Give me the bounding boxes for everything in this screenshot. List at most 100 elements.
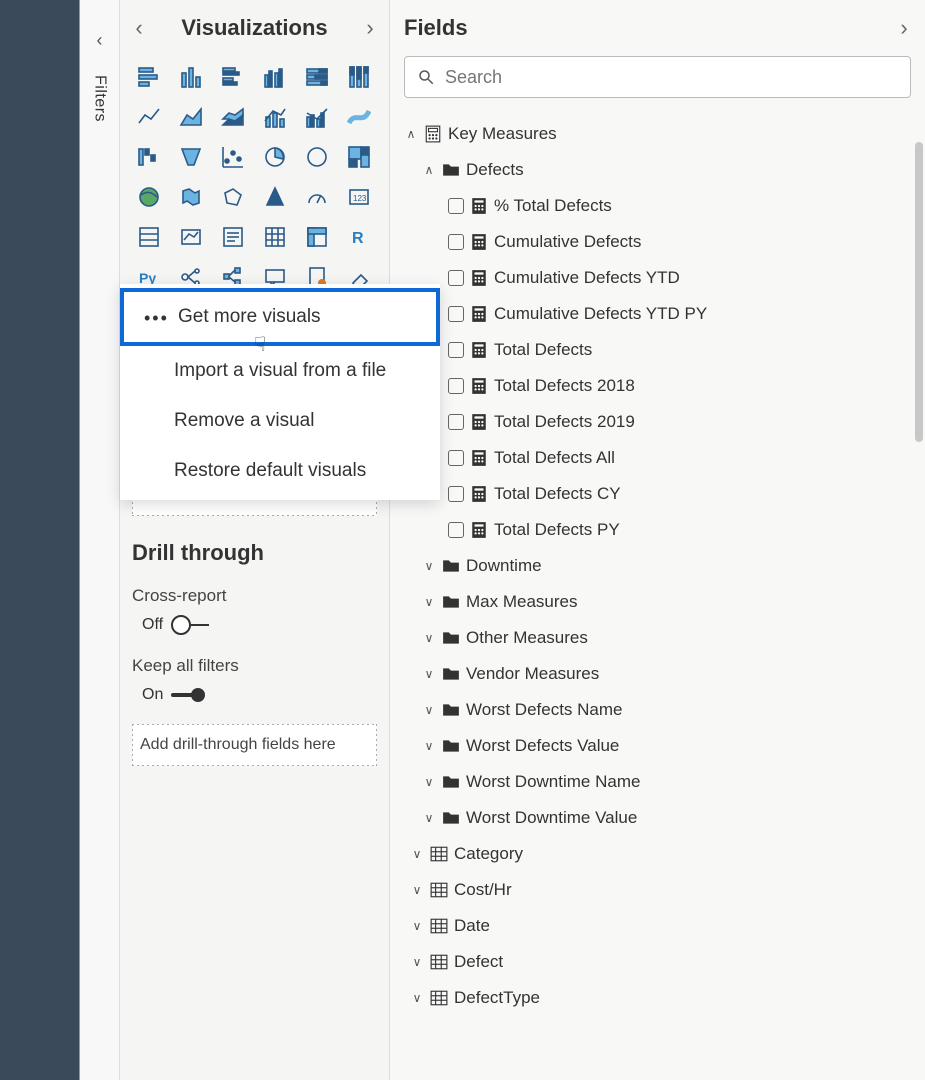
- checkbox[interactable]: [448, 378, 464, 394]
- card-icon[interactable]: 123: [342, 180, 376, 214]
- folder-item[interactable]: ∨Worst Downtime Name: [404, 764, 905, 800]
- folder-item[interactable]: ∨Worst Defects Name: [404, 692, 905, 728]
- measure-item[interactable]: Cumulative Defects YTD: [404, 260, 905, 296]
- stacked-column-icon[interactable]: [174, 60, 208, 94]
- folder-item[interactable]: ∨Worst Downtime Value: [404, 800, 905, 836]
- scatter-icon[interactable]: [216, 140, 250, 174]
- viz-collapse-right-icon[interactable]: ›: [363, 11, 377, 45]
- menu-restore-defaults[interactable]: Restore default visuals: [120, 446, 440, 496]
- ribbon-chart-icon[interactable]: [342, 100, 376, 134]
- multi-card-icon[interactable]: [132, 220, 166, 254]
- azure-map-icon[interactable]: [258, 180, 292, 214]
- folder-item[interactable]: ∨Vendor Measures: [404, 656, 905, 692]
- toggle-off-icon: [171, 617, 211, 633]
- clustered-bar-icon[interactable]: [216, 60, 250, 94]
- calc-group-icon: [424, 125, 442, 143]
- folder-item[interactable]: ∨Worst Defects Value: [404, 728, 905, 764]
- table-label: Category: [454, 844, 523, 864]
- table-item[interactable]: ∨Cost/Hr: [404, 872, 905, 908]
- pie-chart-icon[interactable]: [258, 140, 292, 174]
- line-clustered-column-icon[interactable]: [300, 100, 334, 134]
- measure-icon: [470, 269, 488, 287]
- folder-icon: [442, 557, 460, 575]
- menu-remove-visual[interactable]: Remove a visual: [120, 396, 440, 446]
- checkbox[interactable]: [448, 342, 464, 358]
- stacked-bar-icon[interactable]: [132, 60, 166, 94]
- table-item[interactable]: ∨Date: [404, 908, 905, 944]
- measure-item[interactable]: Total Defects All: [404, 440, 905, 476]
- measure-label: Total Defects 2019: [494, 412, 635, 432]
- chevron-down-icon: ∨: [410, 847, 424, 861]
- kpi-icon[interactable]: [174, 220, 208, 254]
- clustered-column-icon[interactable]: [258, 60, 292, 94]
- table-label: Cost/Hr: [454, 880, 512, 900]
- table-icon: [430, 917, 448, 935]
- donut-chart-icon[interactable]: [300, 140, 334, 174]
- map-icon[interactable]: [132, 180, 166, 214]
- gauge-icon[interactable]: [300, 180, 334, 214]
- waterfall-icon[interactable]: [132, 140, 166, 174]
- measure-item[interactable]: Total Defects: [404, 332, 905, 368]
- measure-item[interactable]: Total Defects PY: [404, 512, 905, 548]
- checkbox[interactable]: [448, 270, 464, 286]
- folder-item[interactable]: ∨Other Measures: [404, 620, 905, 656]
- stacked-area-icon[interactable]: [216, 100, 250, 134]
- funnel-icon[interactable]: [174, 140, 208, 174]
- line-column-icon[interactable]: [258, 100, 292, 134]
- folder-icon: [442, 665, 460, 683]
- table-key-measures[interactable]: ∧ Key Measures: [404, 116, 905, 152]
- folder-item[interactable]: ∨Max Measures: [404, 584, 905, 620]
- table-label: Defect: [454, 952, 503, 972]
- stacked-bar-100-icon[interactable]: [300, 60, 334, 94]
- checkbox[interactable]: [448, 198, 464, 214]
- add-drillthrough-fields-well[interactable]: Add drill-through fields here: [132, 724, 377, 766]
- fields-search[interactable]: [404, 56, 911, 98]
- viz-context-menu: ••• Get more visuals ☟ Import a visual f…: [120, 284, 440, 500]
- slicer-icon[interactable]: [216, 220, 250, 254]
- scrollbar-thumb[interactable]: [915, 142, 923, 442]
- measure-item[interactable]: % Total Defects: [404, 188, 905, 224]
- keep-all-filters-toggle[interactable]: On: [142, 686, 377, 704]
- measure-item[interactable]: Total Defects 2019: [404, 404, 905, 440]
- shape-map-icon[interactable]: [216, 180, 250, 214]
- expand-filters-icon[interactable]: ‹: [97, 30, 103, 51]
- cross-report-toggle[interactable]: Off: [142, 616, 377, 634]
- measure-item[interactable]: Total Defects 2018: [404, 368, 905, 404]
- checkbox[interactable]: [448, 486, 464, 502]
- fields-collapse-icon[interactable]: ›: [897, 15, 911, 41]
- table-item[interactable]: ∨DefectType: [404, 980, 905, 1016]
- filters-label[interactable]: Filters: [91, 75, 109, 122]
- viz-pane-title: Visualizations: [181, 15, 327, 41]
- measure-icon: [470, 233, 488, 251]
- checkbox[interactable]: [448, 450, 464, 466]
- measure-item[interactable]: Cumulative Defects: [404, 224, 905, 260]
- folder-defects[interactable]: ∧ Defects: [404, 152, 905, 188]
- filled-map-icon[interactable]: [174, 180, 208, 214]
- menu-import-visual-file[interactable]: Import a visual from a file: [120, 346, 440, 396]
- table-icon[interactable]: [258, 220, 292, 254]
- measure-item[interactable]: Total Defects CY: [404, 476, 905, 512]
- matrix-icon[interactable]: [300, 220, 334, 254]
- area-chart-icon[interactable]: [174, 100, 208, 134]
- checkbox[interactable]: [448, 234, 464, 250]
- ellipsis-icon: •••: [144, 308, 169, 329]
- checkbox[interactable]: [448, 414, 464, 430]
- visualizations-pane: ‹ Visualizations › 123: [120, 0, 390, 1080]
- line-chart-icon[interactable]: [132, 100, 166, 134]
- viz-collapse-left-icon[interactable]: ‹: [132, 11, 146, 45]
- table-item[interactable]: ∨Defect: [404, 944, 905, 980]
- fields-search-input[interactable]: [445, 67, 898, 88]
- checkbox[interactable]: [448, 306, 464, 322]
- fields-pane-title: Fields: [404, 15, 468, 41]
- folder-item[interactable]: ∨Downtime: [404, 548, 905, 584]
- stacked-column-100-icon[interactable]: [342, 60, 376, 94]
- checkbox[interactable]: [448, 522, 464, 538]
- menu-get-more-visuals[interactable]: ••• Get more visuals ☟: [120, 288, 440, 346]
- measure-icon: [470, 197, 488, 215]
- r-visual-icon[interactable]: R: [342, 220, 376, 254]
- treemap-icon[interactable]: [342, 140, 376, 174]
- chevron-down-icon: ∨: [422, 595, 436, 609]
- table-item[interactable]: ∨ Category: [404, 836, 905, 872]
- measure-item[interactable]: Cumulative Defects YTD PY: [404, 296, 905, 332]
- folder-icon: [442, 629, 460, 647]
